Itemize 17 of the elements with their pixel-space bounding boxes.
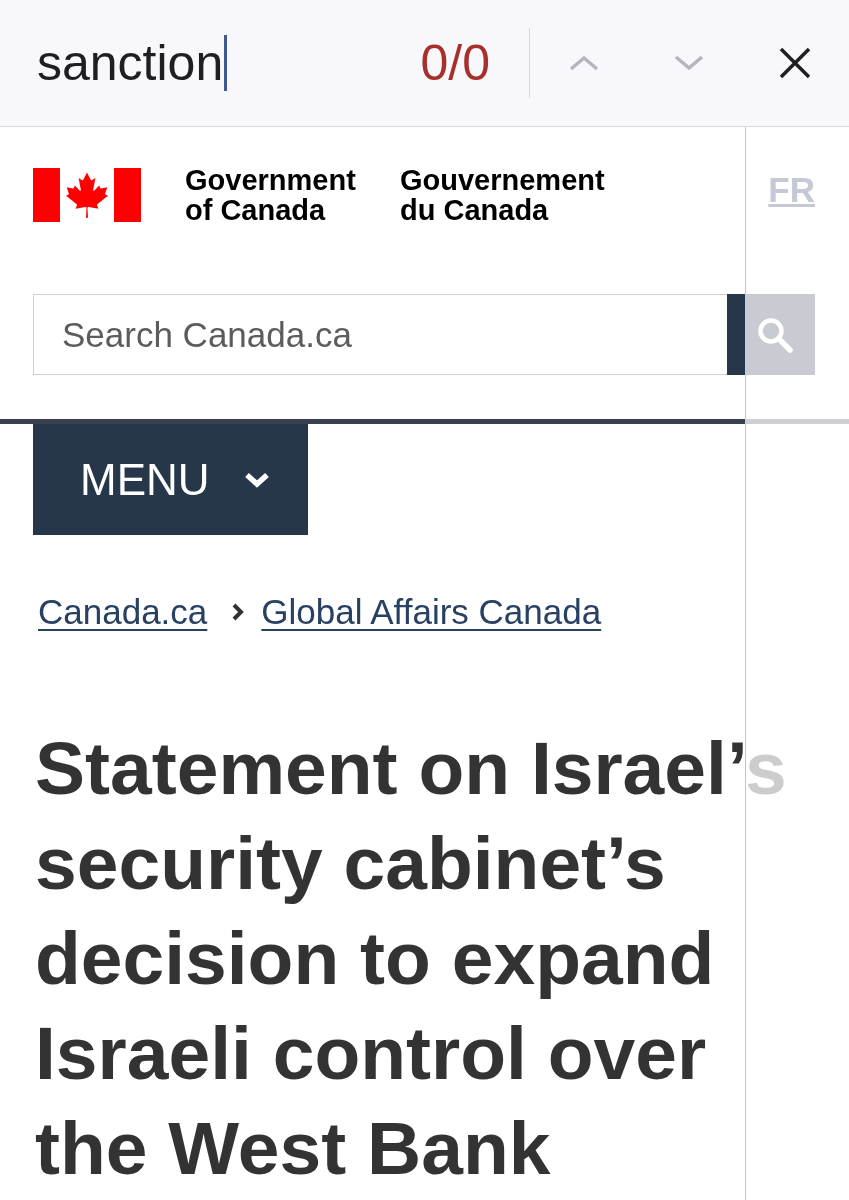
chevron-down-icon: [674, 55, 704, 71]
close-icon: [779, 47, 811, 79]
text-cursor-icon: [224, 35, 228, 91]
find-field[interactable]: sanction: [37, 33, 387, 93]
chevron-up-icon: [569, 55, 599, 71]
chevron-right-icon: [232, 603, 245, 621]
signature-english-text: Government of Canada: [185, 165, 357, 225]
match-count: 0/0: [419, 34, 490, 92]
breadcrumb-link[interactable]: Global Affairs Canada: [261, 592, 602, 632]
signature-french-text: Gouvernement du Canada: [400, 165, 606, 225]
search-icon: [757, 316, 793, 353]
breadcrumb-link[interactable]: Canada.ca: [38, 592, 208, 632]
menu-button[interactable]: MENU: [33, 424, 308, 535]
chevron-down-icon: [243, 470, 270, 489]
search-field[interactable]: Search Canada.ca: [33, 294, 727, 375]
maple-leaf-flag-icon: [33, 168, 141, 222]
search-button[interactable]: [727, 294, 815, 375]
